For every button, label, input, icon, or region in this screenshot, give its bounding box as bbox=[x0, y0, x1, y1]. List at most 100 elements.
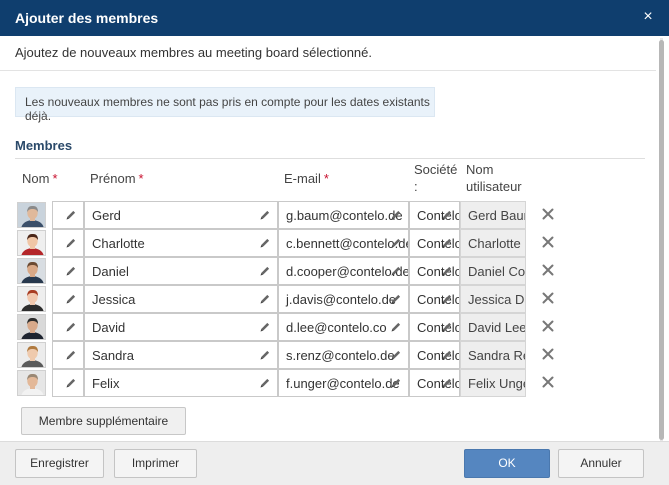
vertical-scrollbar[interactable] bbox=[657, 38, 665, 443]
avatar bbox=[17, 342, 46, 368]
first-name-field[interactable]: Gerd bbox=[84, 201, 278, 229]
last-name-field[interactable] bbox=[52, 313, 84, 341]
close-icon[interactable] bbox=[541, 207, 555, 221]
pencil-icon[interactable] bbox=[65, 321, 77, 333]
email-field[interactable]: d.lee@contelo.co bbox=[278, 313, 409, 341]
pencil-icon[interactable] bbox=[441, 377, 453, 389]
pencil-icon[interactable] bbox=[65, 293, 77, 305]
pencil-icon[interactable] bbox=[390, 293, 402, 305]
pencil-icon[interactable] bbox=[390, 237, 402, 249]
last-name-field[interactable] bbox=[52, 201, 84, 229]
pencil-icon[interactable] bbox=[259, 377, 271, 389]
pencil-icon[interactable] bbox=[441, 349, 453, 361]
pencil-icon[interactable] bbox=[441, 265, 453, 277]
required-marker: * bbox=[138, 171, 144, 186]
pencil-icon[interactable] bbox=[259, 321, 271, 333]
column-header-societe-line2: : bbox=[414, 179, 418, 194]
pencil-icon[interactable] bbox=[259, 349, 271, 361]
column-header-societe-line1: Société bbox=[414, 162, 458, 177]
avatar bbox=[17, 286, 46, 312]
username-field-value: Gerd Baum bbox=[468, 208, 525, 223]
pencil-icon[interactable] bbox=[441, 321, 453, 333]
pencil-icon[interactable] bbox=[65, 349, 77, 361]
first-name-field-value: Daniel bbox=[92, 264, 129, 279]
last-name-field[interactable] bbox=[52, 229, 84, 257]
divider bbox=[0, 70, 656, 71]
pencil-icon[interactable] bbox=[390, 349, 402, 361]
email-field[interactable]: d.cooper@contelo.de bbox=[278, 257, 409, 285]
pencil-icon[interactable] bbox=[65, 209, 77, 221]
company-field-value: Contelo bbox=[417, 292, 460, 307]
required-marker: * bbox=[52, 171, 58, 186]
company-field[interactable]: Contelo bbox=[409, 341, 460, 369]
company-field[interactable]: Contelo bbox=[409, 229, 460, 257]
first-name-field[interactable]: Felix bbox=[84, 369, 278, 397]
column-header-username-line2: utilisateur bbox=[466, 179, 522, 194]
pencil-icon[interactable] bbox=[65, 237, 77, 249]
table-row: Charlotte c.bennett@contelo.de Contelo Char… bbox=[16, 229, 636, 257]
company-field[interactable]: Contelo bbox=[409, 201, 460, 229]
email-field-value: j.davis@contelo.de bbox=[286, 292, 397, 307]
email-field[interactable]: c.bennett@contelo.de bbox=[278, 229, 409, 257]
email-field[interactable]: f.unger@contelo.de bbox=[278, 369, 409, 397]
last-name-field[interactable] bbox=[52, 369, 84, 397]
pencil-icon[interactable] bbox=[390, 209, 402, 221]
column-header-username-line1: Nom bbox=[466, 162, 494, 177]
close-icon[interactable] bbox=[541, 375, 555, 389]
table-row: Gerd g.baum@contelo.de Contelo Gerd Baum bbox=[16, 201, 636, 229]
company-field[interactable]: Contelo bbox=[409, 285, 460, 313]
cancel-button[interactable]: Annuler bbox=[558, 449, 644, 478]
pencil-icon[interactable] bbox=[390, 377, 402, 389]
company-field-value: Contelo bbox=[417, 376, 460, 391]
close-icon[interactable]: × bbox=[637, 6, 659, 28]
dialog-footer: Enregistrer Imprimer OK Annuler bbox=[0, 441, 669, 485]
email-field[interactable]: j.davis@contelo.de bbox=[278, 285, 409, 313]
pencil-icon[interactable] bbox=[441, 237, 453, 249]
pencil-icon[interactable] bbox=[259, 265, 271, 277]
first-name-field[interactable]: Charlotte bbox=[84, 229, 278, 257]
close-icon[interactable] bbox=[541, 263, 555, 277]
email-field-value: g.baum@contelo.de bbox=[286, 208, 403, 223]
save-button[interactable]: Enregistrer bbox=[15, 449, 104, 478]
close-icon[interactable] bbox=[541, 347, 555, 361]
column-header-nom: Nom * bbox=[22, 170, 58, 187]
dialog-titlebar: Ajouter des membres × bbox=[0, 0, 669, 36]
email-field-value: s.renz@contelo.de bbox=[286, 348, 395, 363]
ok-button[interactable]: OK bbox=[464, 449, 550, 478]
close-icon[interactable] bbox=[541, 319, 555, 333]
pencil-icon[interactable] bbox=[65, 265, 77, 277]
company-field-value: Contelo bbox=[417, 236, 460, 251]
table-row: David d.lee@contelo.co Contelo David Lee bbox=[16, 313, 636, 341]
email-field[interactable]: g.baum@contelo.de bbox=[278, 201, 409, 229]
company-field[interactable]: Contelo bbox=[409, 313, 460, 341]
scrollbar-thumb[interactable] bbox=[659, 40, 664, 440]
pencil-icon[interactable] bbox=[441, 209, 453, 221]
first-name-field[interactable]: Daniel bbox=[84, 257, 278, 285]
company-field[interactable]: Contelo bbox=[409, 369, 460, 397]
table-row: Jessica j.davis@contelo.de Contelo Jessica … bbox=[16, 285, 636, 313]
email-field[interactable]: s.renz@contelo.de bbox=[278, 341, 409, 369]
pencil-icon[interactable] bbox=[259, 293, 271, 305]
username-field: Felix Unger bbox=[460, 369, 526, 397]
close-icon[interactable] bbox=[541, 291, 555, 305]
first-name-field[interactable]: David bbox=[84, 313, 278, 341]
pencil-icon[interactable] bbox=[259, 209, 271, 221]
last-name-field[interactable] bbox=[52, 257, 84, 285]
pencil-icon[interactable] bbox=[390, 265, 402, 277]
username-field-value: Jessica Davis bbox=[468, 292, 525, 307]
first-name-field[interactable]: Sandra bbox=[84, 341, 278, 369]
close-icon[interactable] bbox=[541, 235, 555, 249]
pencil-icon[interactable] bbox=[390, 321, 402, 333]
section-title-membres: Membres bbox=[15, 138, 73, 153]
pencil-icon[interactable] bbox=[65, 377, 77, 389]
last-name-field[interactable] bbox=[52, 285, 84, 313]
pencil-icon[interactable] bbox=[441, 293, 453, 305]
first-name-field-value: Felix bbox=[92, 376, 120, 391]
print-button[interactable]: Imprimer bbox=[114, 449, 197, 478]
add-member-button[interactable]: Membre supplémentaire bbox=[21, 407, 186, 435]
first-name-field[interactable]: Jessica bbox=[84, 285, 278, 313]
company-field[interactable]: Contelo bbox=[409, 257, 460, 285]
column-header-prenom-label: Prénom bbox=[90, 171, 136, 186]
pencil-icon[interactable] bbox=[259, 237, 271, 249]
last-name-field[interactable] bbox=[52, 341, 84, 369]
